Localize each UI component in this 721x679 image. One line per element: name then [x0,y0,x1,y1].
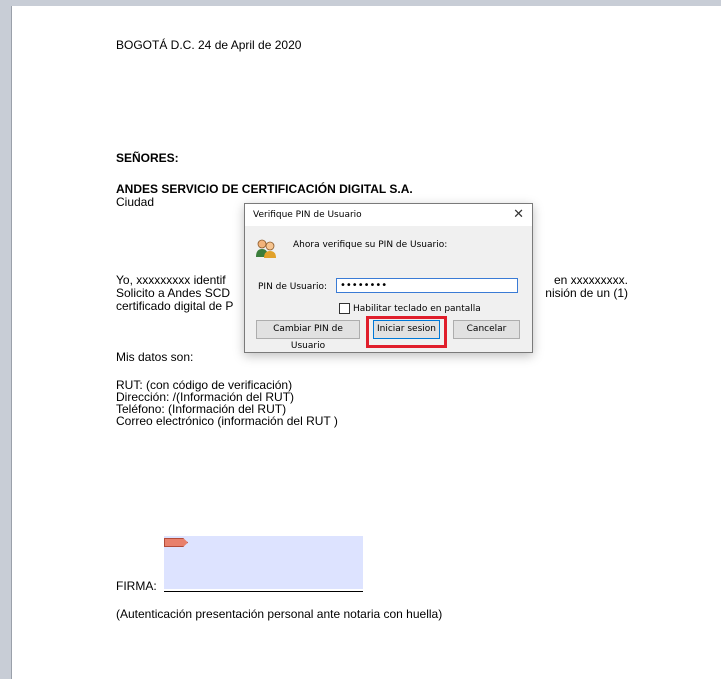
city-line: Ciudad [116,195,155,209]
signature-field[interactable] [164,536,363,589]
dialog-titlebar: Verifique PIN de Usuario ✕ [245,204,532,226]
login-highlight-box [366,316,447,348]
dialog-prompt: Ahora verifique su PIN de Usuario: [293,240,448,250]
signature-line [164,591,363,592]
authentication-note: (Autenticación presentación personal ant… [116,607,443,621]
change-pin-button[interactable]: Cambiar PIN de Usuario [256,320,360,351]
signature-tag-icon [164,538,188,547]
paragraph-line-2-right: nisión de un (1) [545,286,628,300]
paragraph-line-3-left: certificado digital de P [116,299,234,313]
close-icon[interactable]: ✕ [513,207,524,222]
cancel-button[interactable]: Cancelar [453,320,520,339]
salutation: SEÑORES: [116,151,179,165]
email-line: Correo electrónico (información del RUT … [116,414,338,428]
users-icon [256,239,276,258]
dialog-title: Verifique PIN de Usuario [253,210,362,220]
signature-label: FIRMA: [116,579,157,593]
data-intro: Mis datos son: [116,350,194,364]
company-name: ANDES SERVICIO DE CERTIFICACIÓN DIGITAL … [116,182,413,196]
date-line: BOGOTÁ D.C. 24 de April de 2020 [116,38,302,52]
virtual-keyboard-checkbox[interactable] [339,303,350,314]
pin-input[interactable]: •••••••• [336,278,518,293]
pin-label: PIN de Usuario: [258,282,328,292]
virtual-keyboard-option[interactable]: Habilitar teclado en pantalla [339,303,481,314]
virtual-keyboard-label: Habilitar teclado en pantalla [353,303,481,314]
